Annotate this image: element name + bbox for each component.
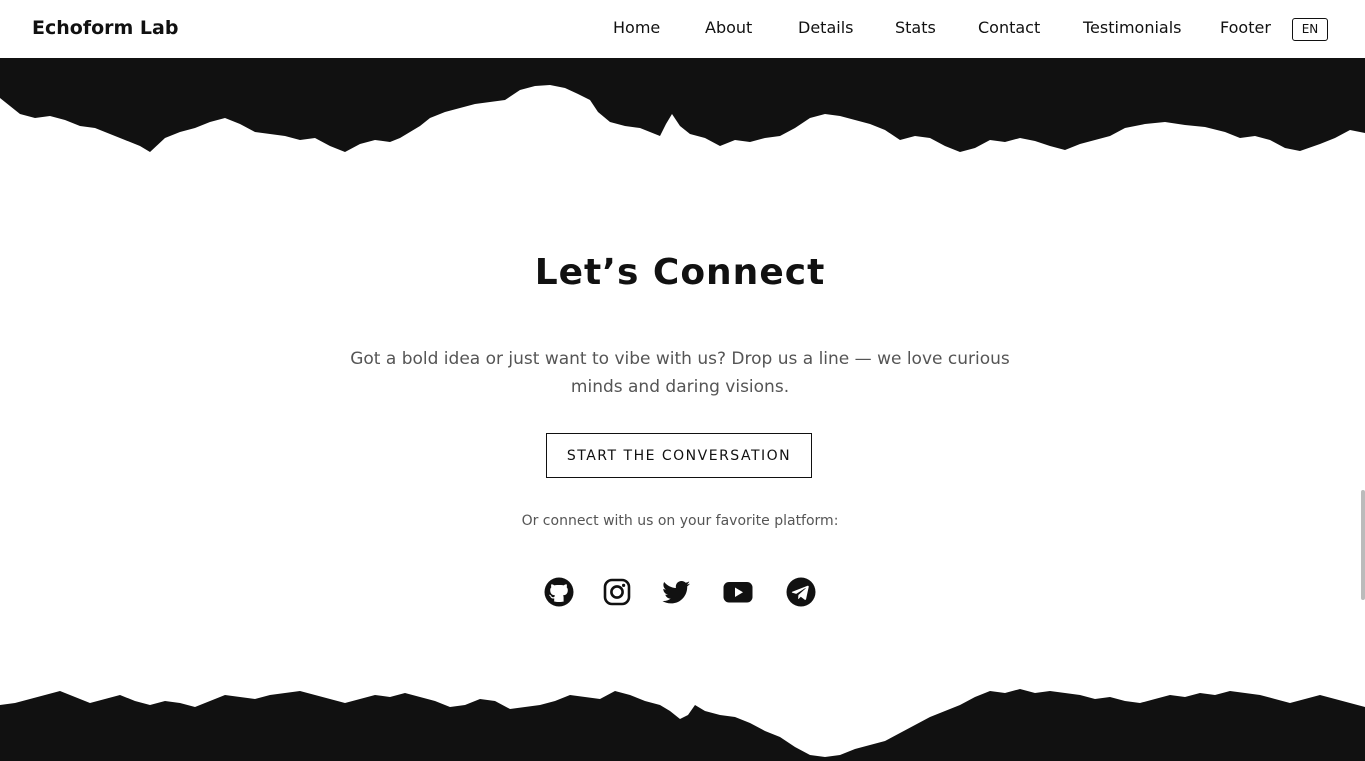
start-conversation-button[interactable]: START THE CONVERSATION — [546, 433, 812, 478]
nav-details[interactable]: Details — [798, 18, 853, 37]
twitter-icon[interactable] — [660, 576, 692, 608]
nav-contact[interactable]: Contact — [978, 18, 1040, 37]
contact-section: Let’s Connect Got a bold idea or just wa… — [0, 158, 1365, 685]
section-title: Let’s Connect — [534, 252, 826, 293]
github-icon[interactable] — [543, 576, 575, 608]
youtube-icon[interactable] — [722, 576, 754, 608]
scrollbar-thumb[interactable] — [1361, 490, 1365, 600]
nav-stats[interactable]: Stats — [895, 18, 936, 37]
nav-testimonials[interactable]: Testimonials — [1083, 18, 1182, 37]
page: Echoform Lab Home About Details Stats Co… — [0, 0, 1365, 761]
social-links — [0, 576, 1365, 610]
platforms-text: Or connect with us on your favorite plat… — [521, 513, 839, 529]
telegram-icon[interactable] — [785, 576, 817, 608]
nav-about[interactable]: About — [705, 18, 752, 37]
torn-edge-top — [0, 58, 1365, 152]
torn-edge-bottom — [0, 689, 1365, 761]
nav-home[interactable]: Home — [613, 18, 660, 37]
language-switcher[interactable]: EN — [1292, 18, 1328, 41]
brand-logo[interactable]: Echoform Lab — [32, 17, 178, 39]
site-header: Echoform Lab Home About Details Stats Co… — [0, 0, 1365, 58]
section-description: Got a bold idea or just want to vibe wit… — [350, 349, 1010, 397]
nav-footer[interactable]: Footer — [1220, 18, 1271, 37]
instagram-icon[interactable] — [601, 576, 633, 608]
